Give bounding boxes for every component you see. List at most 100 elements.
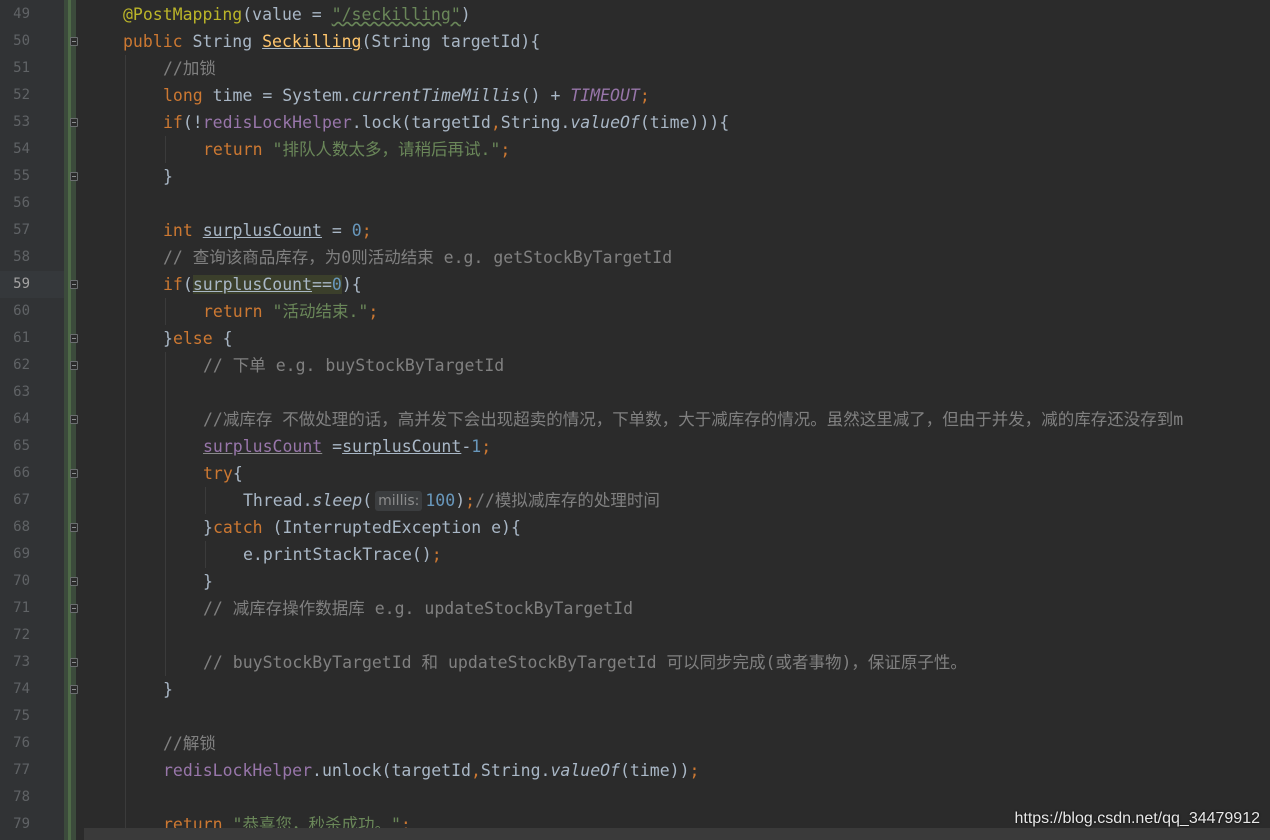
line-number: 65 [13, 438, 30, 454]
code-line[interactable]: 49 @PostMapping(value = "/seckilling") [0, 1, 1270, 28]
code-line[interactable]: 66 try{ [0, 460, 1270, 487]
code-line-text: surplusCount =surplusCount-1; [203, 433, 491, 460]
fold-marker-icon[interactable] [70, 280, 78, 289]
code-editor[interactable]: 49 @PostMapping(value = "/seckilling") 50 p… [0, 0, 1270, 840]
code-token: (InterruptedException e){ [272, 518, 521, 537]
code-line[interactable]: 59 if(surplusCount==0){ [0, 271, 1270, 298]
fold-marker-icon[interactable] [70, 415, 78, 424]
code-token: } [203, 572, 213, 591]
code-line[interactable]: 52 long time = System.currentTimeMillis()… [0, 82, 1270, 109]
indent-guide [125, 217, 126, 244]
code-token: valueOf [570, 113, 640, 132]
fold-marker-icon[interactable] [70, 604, 78, 613]
fold-marker-icon[interactable] [70, 37, 78, 46]
fold-marker-icon[interactable] [70, 334, 78, 343]
indent-guide [125, 136, 126, 163]
code-token: .unlock(targetId [312, 761, 471, 780]
code-token: // buyStockByTargetId 和 updateStockByTar… [203, 653, 967, 672]
code-token: //减库存 不做处理的话，高并发下会出现超卖的情况，下单数，大于减库存的情况。虽… [203, 410, 1184, 429]
line-number: 59 [13, 276, 30, 292]
line-number: 58 [13, 249, 30, 265]
code-line[interactable]: 65 surplusCount =surplusCount-1; [0, 433, 1270, 460]
line-number: 53 [13, 114, 30, 130]
fold-marker-icon[interactable] [70, 658, 78, 667]
horizontal-scrollbar[interactable] [84, 828, 1270, 840]
fold-marker-icon[interactable] [70, 469, 78, 478]
code-line[interactable]: 53 if(!redisLockHelper.lock(targetId,Stri… [0, 109, 1270, 136]
indent-guide [165, 568, 166, 595]
code-line[interactable]: 57 int surplusCount = 0; [0, 217, 1270, 244]
code-line[interactable]: 64 //减库存 不做处理的话，高并发下会出现超卖的情况，下单数，大于减库存的情况… [0, 406, 1270, 433]
line-number: 66 [13, 465, 30, 481]
code-token: ; [465, 491, 476, 510]
code-line[interactable]: 78 [0, 784, 1270, 811]
code-token: () + [520, 86, 571, 105]
code-token: (String targetId){ [361, 32, 541, 51]
indent-guide [165, 379, 166, 406]
fold-marker-icon[interactable] [70, 172, 78, 181]
code-line-text: // 减库存操作数据库 e.g. updateStockByTargetId [203, 595, 633, 622]
line-number: 71 [13, 600, 30, 616]
code-line[interactable]: 62 // 下单 e.g. buyStockByTargetId [0, 352, 1270, 379]
code-line-text: @PostMapping(value = "/seckilling") [123, 1, 471, 28]
code-line[interactable]: 60 return "活动结束."; [0, 298, 1270, 325]
code-line[interactable]: 51 //加锁 [0, 55, 1270, 82]
code-token: long [163, 86, 213, 105]
fold-marker-icon[interactable] [70, 685, 78, 694]
fold-marker-icon[interactable] [70, 577, 78, 586]
code-line[interactable]: 73 // buyStockByTargetId 和 updateStockByT… [0, 649, 1270, 676]
code-line-text: if(!redisLockHelper.lock(targetId,String… [163, 109, 729, 136]
code-token: ; [368, 302, 379, 321]
code-token: "/seckilling" [331, 5, 461, 24]
code-line[interactable]: 68}catch (InterruptedException e){ [0, 514, 1270, 541]
fold-marker-icon[interactable] [70, 118, 78, 127]
code-token: } [163, 329, 173, 348]
indent-guide [165, 595, 166, 622]
code-token: currentTimeMillis [351, 86, 521, 105]
code-line[interactable]: 63 [0, 379, 1270, 406]
code-line[interactable]: 55} [0, 163, 1270, 190]
code-line[interactable]: 54 return "排队人数太多，请稍后再试."; [0, 136, 1270, 163]
line-number: 77 [13, 762, 30, 778]
code-line-text: // 查询该商品库存，为0则活动结束 e.g. getStockByTarget… [163, 244, 672, 271]
code-line[interactable]: 58 // 查询该商品库存，为0则活动结束 e.g. getStockByTarg… [0, 244, 1270, 271]
fold-marker-icon[interactable] [70, 523, 78, 532]
indent-guide [125, 595, 126, 622]
code-token: ) [455, 491, 466, 510]
code-token: String [192, 32, 263, 51]
code-line[interactable]: 67 Thread.sleep(millis: 100);//模拟减库存的处理时间 [0, 487, 1270, 514]
code-token: return [203, 302, 273, 321]
code-token: surplusCount [203, 437, 323, 456]
code-line[interactable]: 69 e.printStackTrace(); [0, 541, 1270, 568]
indent-guide [165, 487, 166, 514]
indent-guide [165, 460, 166, 487]
code-token: , [490, 113, 501, 132]
code-line[interactable]: 71 // 减库存操作数据库 e.g. updateStockByTargetId [0, 595, 1270, 622]
fold-marker-icon[interactable] [70, 361, 78, 370]
parameter-hint: millis: [375, 491, 423, 511]
indent-guide [125, 298, 126, 325]
line-number: 79 [13, 816, 30, 832]
indent-guide [125, 622, 126, 649]
line-number: 49 [13, 6, 30, 22]
indent-guide [125, 757, 126, 784]
code-token: ; [431, 545, 442, 564]
code-token: surplusCount [192, 275, 313, 294]
code-line[interactable]: 76 //解锁 [0, 730, 1270, 757]
code-token: .lock(targetId [351, 113, 491, 132]
code-line[interactable]: 74} [0, 676, 1270, 703]
code-line[interactable]: 77 redisLockHelper.unlock(targetId,String… [0, 757, 1270, 784]
code-line-text: } [203, 568, 213, 595]
code-line-text: long time = System.currentTimeMillis() +… [163, 82, 650, 109]
code-token: , [470, 761, 481, 780]
code-token: (time))){ [639, 113, 730, 132]
code-line[interactable]: 50 public String Seckilling(String target… [0, 28, 1270, 55]
code-token: // 下单 e.g. buyStockByTargetId [203, 356, 505, 375]
code-line[interactable]: 75 [0, 703, 1270, 730]
code-line[interactable]: 56 [0, 190, 1270, 217]
indent-guide [125, 325, 126, 352]
code-line[interactable]: 61}else { [0, 325, 1270, 352]
code-token: "活动结束." [272, 302, 369, 321]
code-line[interactable]: 70} [0, 568, 1270, 595]
code-line[interactable]: 72 [0, 622, 1270, 649]
